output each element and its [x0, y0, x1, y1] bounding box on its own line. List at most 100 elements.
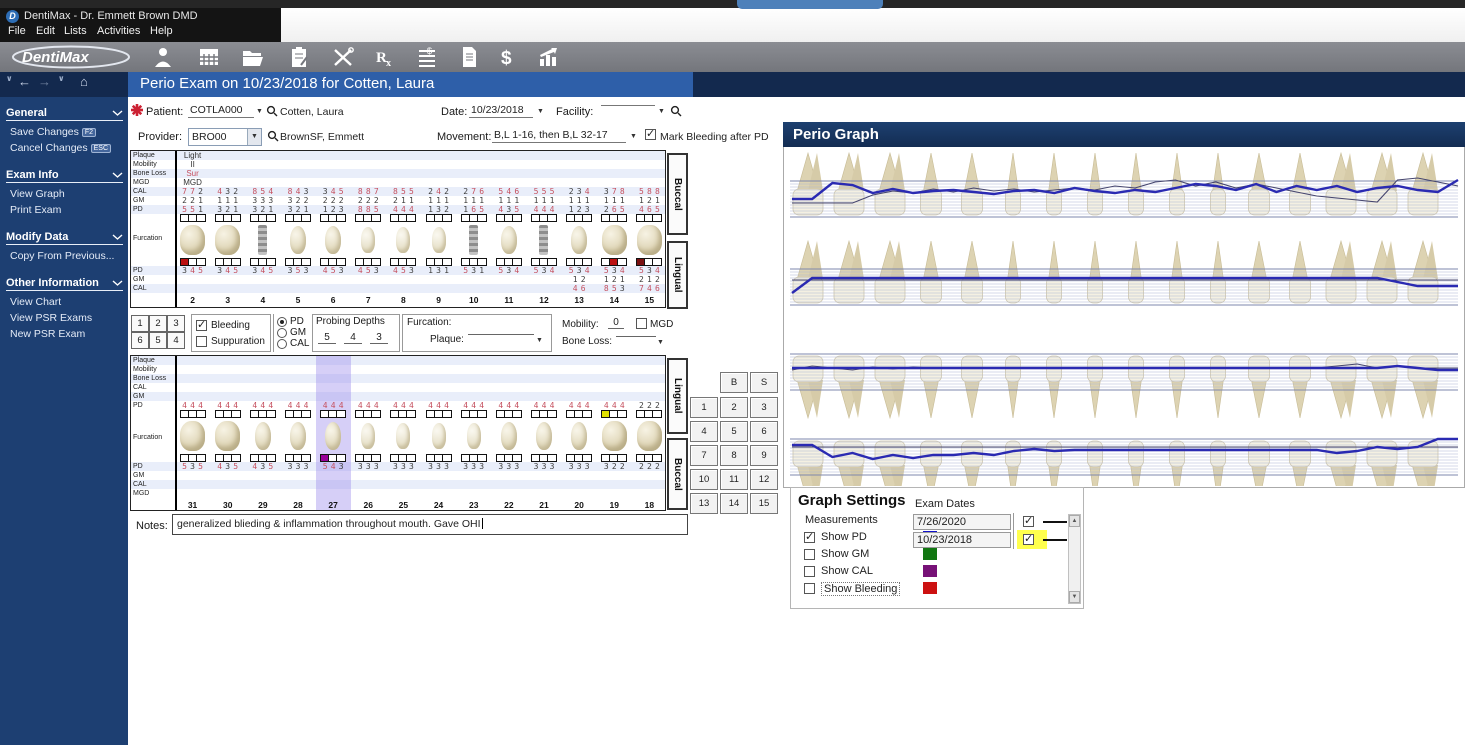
site-cell[interactable]	[391, 455, 399, 461]
site-cell[interactable]	[653, 411, 661, 417]
keypad-1[interactable]: 1	[690, 397, 718, 418]
site-cell[interactable]	[645, 215, 653, 221]
tooth-column-13[interactable]: 234111123534124613	[562, 151, 597, 307]
lingual-site-strip[interactable]	[597, 410, 632, 418]
site-cell[interactable]	[197, 455, 205, 461]
site-cell[interactable]	[302, 411, 310, 417]
site-cell[interactable]	[478, 455, 486, 461]
tooth-column-23[interactable]: 44433323	[456, 356, 491, 510]
site-cell[interactable]	[407, 455, 415, 461]
site-cell[interactable]	[321, 455, 329, 461]
sidebar-item-view-graph[interactable]: View Graph	[6, 186, 123, 202]
site-cell[interactable]	[189, 259, 197, 265]
sidebar-item-new-psr-exam[interactable]: New PSR Exam	[6, 326, 123, 342]
site-cell[interactable]	[618, 259, 626, 265]
buccal-site-strip[interactable]	[632, 214, 667, 222]
site-cell[interactable]	[329, 455, 337, 461]
tooth-column-26[interactable]: 44433326	[351, 356, 386, 510]
lingual-site-strip[interactable]	[421, 258, 456, 266]
site-cell[interactable]	[427, 259, 435, 265]
keypad-2[interactable]: 2	[720, 397, 748, 418]
site-cell[interactable]	[470, 411, 478, 417]
buccal-site-strip[interactable]	[491, 454, 526, 462]
site-cell[interactable]	[618, 411, 626, 417]
reports-icon[interactable]	[536, 45, 562, 69]
bone-loss-dropdown-icon[interactable]: ▼	[657, 339, 664, 346]
scroll-down-icon[interactable]: ▼	[1069, 591, 1080, 603]
site-cell[interactable]	[251, 215, 259, 221]
buccal-site-strip[interactable]	[386, 454, 421, 462]
tooth-number[interactable]: 24	[421, 498, 456, 512]
buccal-site-strip[interactable]	[562, 454, 597, 462]
site-cell[interactable]	[583, 259, 591, 265]
tooth-column-3[interactable]: 4321113213453	[210, 151, 245, 307]
buccal-site-strip[interactable]	[526, 214, 561, 222]
date-dropdown-icon[interactable]: ▼	[537, 108, 544, 115]
site-cell[interactable]	[462, 455, 470, 461]
site-cell[interactable]	[610, 215, 618, 221]
sidebar-section-header[interactable]: Exam Info	[6, 169, 123, 183]
menu-lists[interactable]: Lists	[64, 25, 87, 37]
site-cell[interactable]	[251, 259, 259, 265]
home-icon[interactable]: ⌂	[80, 74, 88, 89]
sidebar-item-view-psr-exams[interactable]: View PSR Exams	[6, 310, 123, 326]
lingual-site-strip[interactable]	[562, 410, 597, 418]
site-cell[interactable]	[505, 455, 513, 461]
tooth-column-5[interactable]: 8433223213535	[280, 151, 315, 307]
site-cell[interactable]	[267, 455, 275, 461]
tooth-column-20[interactable]: 44433320	[562, 356, 597, 510]
buccal-site-strip[interactable]	[245, 454, 280, 462]
site-cell[interactable]	[618, 215, 626, 221]
site-cell[interactable]	[372, 215, 380, 221]
site-cell[interactable]	[602, 455, 610, 461]
keypad-11[interactable]: 11	[720, 469, 748, 490]
site-cell[interactable]	[337, 259, 345, 265]
tools-icon[interactable]	[330, 45, 356, 69]
site-cell[interactable]	[583, 411, 591, 417]
site-cell[interactable]	[216, 259, 224, 265]
tooth-number[interactable]: 7	[351, 293, 386, 307]
site-cell[interactable]	[610, 259, 618, 265]
history-forward-chevron-icon[interactable]: ∨	[58, 74, 65, 83]
mini-keypad-4[interactable]: 4	[167, 332, 185, 349]
site-cell[interactable]	[443, 455, 451, 461]
lingual-site-strip[interactable]	[210, 410, 245, 418]
lingual-site-strip[interactable]	[386, 258, 421, 266]
site-cell[interactable]	[435, 411, 443, 417]
show-pd-checkbox[interactable]	[804, 532, 815, 543]
keypad-15[interactable]: 15	[750, 493, 778, 514]
site-cell[interactable]	[532, 259, 540, 265]
suppuration-checkbox[interactable]	[196, 336, 207, 347]
show-bleeding-checkbox[interactable]	[804, 583, 815, 594]
buccal-site-strip[interactable]	[386, 214, 421, 222]
rx-icon[interactable]: Rx	[372, 45, 398, 69]
exam-date-1-checkbox[interactable]	[1023, 516, 1034, 527]
date-field[interactable]: 10/23/2018	[469, 103, 533, 118]
site-cell[interactable]	[189, 455, 197, 461]
site-cell[interactable]	[232, 215, 240, 221]
site-cell[interactable]	[532, 215, 540, 221]
mgd-checkbox[interactable]	[636, 318, 647, 329]
mark-bleeding-checkbox[interactable]	[645, 129, 656, 140]
site-cell[interactable]	[251, 455, 259, 461]
tooth-number[interactable]: 3	[210, 293, 245, 307]
exam-date-1[interactable]: 7/26/2020	[913, 514, 1011, 530]
site-cell[interactable]	[575, 411, 583, 417]
provider-combo[interactable]: BRO00 ▼	[188, 128, 262, 146]
tooth-number[interactable]: 5	[280, 293, 315, 307]
site-cell[interactable]	[294, 215, 302, 221]
exam-date-2[interactable]: 10/23/2018	[913, 532, 1011, 548]
site-cell[interactable]	[540, 259, 548, 265]
sidebar-item-copy-from-previous[interactable]: Copy From Previous...	[6, 248, 123, 264]
site-cell[interactable]	[540, 455, 548, 461]
site-cell[interactable]	[513, 411, 521, 417]
buccal-site-strip[interactable]	[632, 454, 667, 462]
site-cell[interactable]	[181, 455, 189, 461]
site-cell[interactable]	[497, 259, 505, 265]
site-cell[interactable]	[567, 259, 575, 265]
probing-value-3[interactable]: 3	[370, 332, 388, 344]
tooth-column-27[interactable]: 44454327	[316, 356, 351, 510]
tooth-number[interactable]: 2	[175, 293, 210, 307]
lingual-site-strip[interactable]	[280, 258, 315, 266]
site-cell[interactable]	[478, 215, 486, 221]
